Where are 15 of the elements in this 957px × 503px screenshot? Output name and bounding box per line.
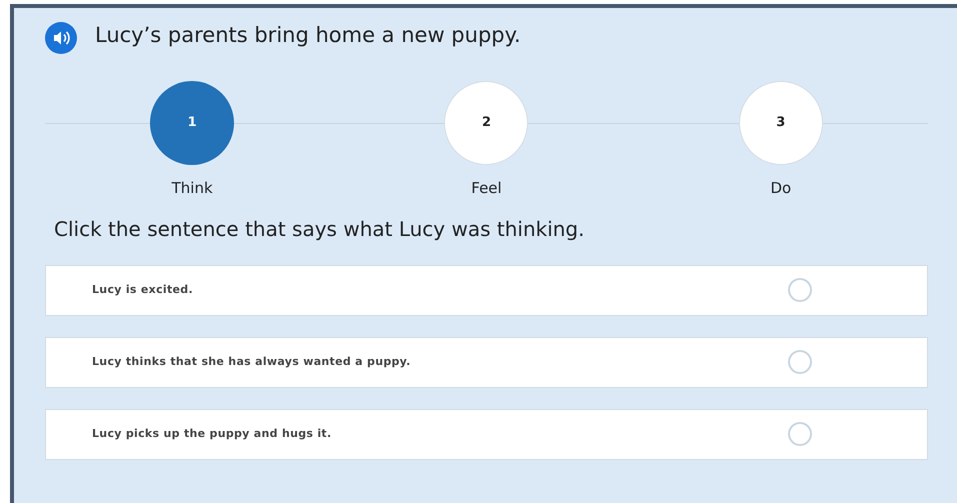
step-label: Feel (471, 178, 502, 199)
speaker-icon[interactable] (45, 22, 77, 54)
radio-button[interactable] (788, 422, 812, 446)
prompt-text: Lucy’s parents bring home a new puppy. (95, 22, 521, 50)
step-label: Do (770, 178, 792, 199)
option-text: Lucy is excited. (92, 282, 194, 298)
radio-button[interactable] (788, 278, 812, 302)
answer-option[interactable]: Lucy thinks that she has always wanted a puppy. (45, 336, 928, 388)
step-label: Think (172, 178, 213, 199)
answer-option[interactable]: Lucy is excited. (45, 264, 928, 316)
answer-option[interactable]: Lucy picks up the puppy and hugs it. (45, 408, 928, 460)
option-text: Lucy thinks that she has always wanted a puppy. (92, 354, 412, 370)
radio-button[interactable] (788, 350, 812, 374)
option-text: Lucy picks up the puppy and hugs it. (92, 426, 332, 442)
question-text: Click the sentence that says what Lucy was thinking. (54, 216, 586, 242)
